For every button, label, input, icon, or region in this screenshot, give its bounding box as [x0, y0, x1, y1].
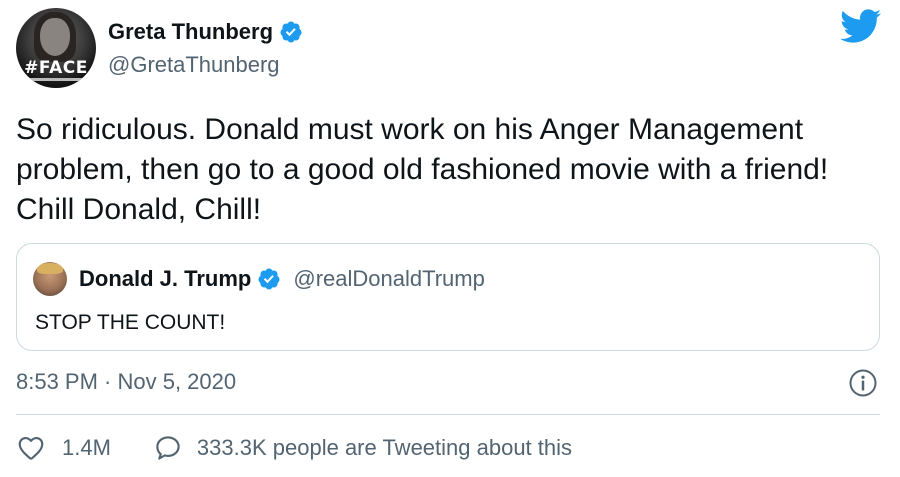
tweet-timestamp[interactable]: 8:53 PM · Nov 5, 2020 [16, 369, 236, 395]
info-icon[interactable] [848, 368, 878, 398]
like-count: 1.4M [62, 435, 111, 460]
tweet-text: So ridiculous. Donald must work on his A… [16, 113, 829, 226]
avatar-badge-underline [26, 78, 86, 81]
author-name-row: Greta Thunberg [108, 19, 303, 45]
action-divider [16, 414, 880, 415]
tweet-card: #FACE Greta Thunberg @GretaThunberg So r… [0, 0, 900, 477]
quoted-author-avatar[interactable] [33, 262, 67, 296]
author-handle[interactable]: @GretaThunberg [108, 52, 280, 78]
tweeting-about-link[interactable]: 333.3K people are Tweeting about this [153, 433, 572, 463]
author-display-name[interactable]: Greta Thunberg [108, 19, 273, 45]
avatar-badge-text: #FACE [24, 58, 88, 78]
heart-icon [18, 436, 44, 460]
author-avatar[interactable]: #FACE [16, 8, 96, 88]
quoted-author-display-name[interactable]: Donald J. Trump [79, 266, 251, 292]
tweet-actions: 1.4M 333.3K people are Tweeting about th… [16, 433, 572, 463]
twitter-bird-icon[interactable] [838, 8, 882, 44]
quoted-author-handle[interactable]: @realDonaldTrump [293, 266, 484, 292]
quoted-tweet[interactable]: Donald J. Trump @realDonaldTrump STOP TH… [16, 243, 880, 351]
quoted-tweet-text: STOP THE COUNT! [35, 311, 226, 334]
verified-badge-icon [258, 268, 280, 290]
verified-badge-icon [280, 21, 302, 43]
avatar-face [40, 18, 70, 56]
like-button[interactable]: 1.4M [16, 433, 111, 463]
quoted-avatar-hair [37, 263, 63, 274]
speech-bubble-icon [156, 436, 180, 460]
quoted-author-row: Donald J. Trump @realDonaldTrump [79, 266, 485, 292]
tweeting-about-text: 333.3K people are Tweeting about this [196, 435, 573, 460]
